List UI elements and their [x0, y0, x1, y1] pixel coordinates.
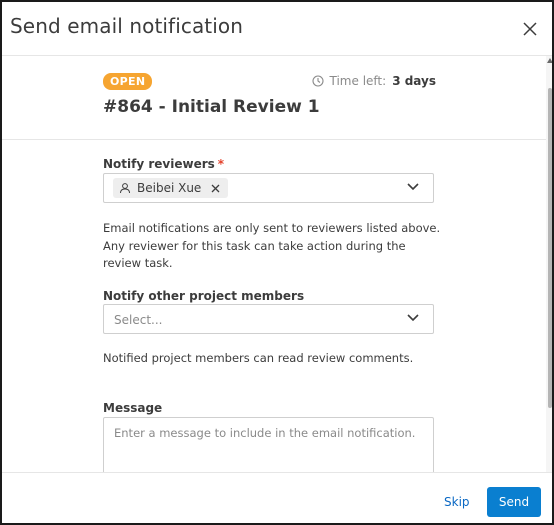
time-left-value: 3 days — [392, 74, 436, 88]
close-icon — [523, 22, 537, 36]
scrollbar[interactable] — [546, 56, 553, 472]
user-icon — [120, 183, 130, 194]
scrollbar-thumb[interactable] — [548, 88, 552, 408]
required-mark: * — [217, 157, 225, 171]
close-button[interactable] — [520, 19, 540, 39]
scroll-up-icon[interactable] — [547, 58, 553, 63]
status-badge: OPEN — [103, 73, 153, 90]
message-label: Message — [103, 401, 163, 415]
chevron-down-icon[interactable] — [407, 314, 419, 322]
notify-members-label: Notify other project members — [103, 289, 305, 303]
reviewer-chip: Beibei Xue — [113, 178, 229, 198]
notify-members-select[interactable]: Select... — [103, 304, 434, 334]
chevron-down-icon[interactable] — [407, 183, 419, 191]
notify-reviewers-select[interactable]: Beibei Xue — [103, 173, 434, 203]
members-help-text: Notified project members can read review… — [103, 351, 414, 365]
time-left-label: Time left: — [329, 74, 387, 88]
send-button[interactable]: Send — [487, 487, 541, 517]
dialog-header: Send email notification — [2, 2, 552, 56]
reviewers-help-text: Email notifications are only sent to rev… — [103, 221, 441, 270]
send-email-dialog: Send email notification OPEN Time left: … — [0, 0, 554, 525]
task-header: OPEN Time left: 3 days #864 - Initial Re… — [2, 57, 546, 140]
remove-chip-icon — [211, 184, 220, 192]
notify-reviewers-label: Notify reviewers * — [103, 157, 224, 171]
reviewer-chip-label: Beibei Xue — [137, 181, 202, 195]
remove-reviewer-button[interactable] — [211, 184, 220, 193]
dialog-footer: Skip Send — [2, 472, 552, 523]
clock-icon — [311, 75, 324, 87]
task-title: #864 - Initial Review 1 — [103, 97, 320, 117]
members-placeholder: Select... — [114, 313, 163, 327]
dialog-title: Send email notification — [10, 14, 244, 38]
skip-button[interactable]: Skip — [436, 487, 478, 517]
time-left: Time left: 3 days — [311, 74, 436, 88]
notify-reviewers-label-text: Notify reviewers — [103, 157, 215, 171]
